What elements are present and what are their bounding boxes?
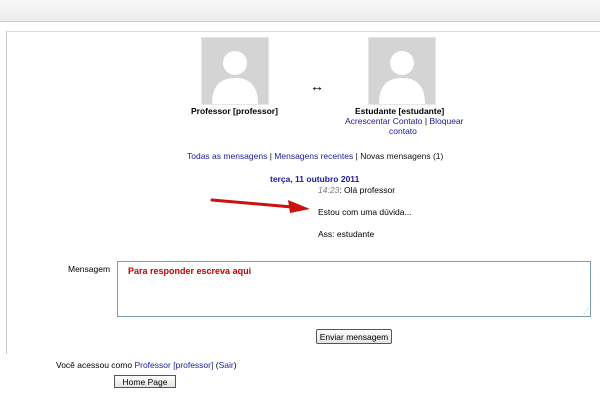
separator: | xyxy=(355,151,358,161)
student-name: Estudante [estudante] xyxy=(355,106,445,116)
recent-messages-link[interactable]: Mensagens recentes xyxy=(274,151,353,161)
block-contact-link[interactable]: Bloquear xyxy=(429,116,463,126)
block-contact-link-continued[interactable]: contato xyxy=(389,126,417,136)
add-contact-link[interactable]: Acrescentar Contato xyxy=(345,116,422,126)
professor-name: Professor [professor] xyxy=(191,106,278,116)
user-silhouette-icon xyxy=(379,51,425,104)
message-time: 14:23 xyxy=(318,185,340,195)
login-prefix: Você acessou como xyxy=(56,360,133,370)
message-input[interactable] xyxy=(117,261,591,317)
login-info: Você acessou como Professor [professor] … xyxy=(56,360,237,370)
resize-grip-icon[interactable]: ⋰ xyxy=(583,309,589,315)
user-silhouette-icon xyxy=(212,51,258,104)
message-line: 14:23: Olá professor xyxy=(318,185,395,195)
message-filter-links: Todas as mensagens | Mensagens recentes … xyxy=(187,151,443,161)
professor-avatar[interactable] xyxy=(201,37,269,105)
home-page-button[interactable]: Home Page xyxy=(114,375,176,388)
browser-top-bar xyxy=(0,0,600,22)
student-actions: Acrescentar Contato | Bloquear xyxy=(345,116,463,126)
message-text: Olá professor xyxy=(344,185,396,195)
message-text: Ass: estudante xyxy=(318,229,375,239)
user-profile-link[interactable]: Professor [professor] xyxy=(134,360,213,370)
separator: | xyxy=(424,116,428,126)
new-messages-label: Novas mensagens (1) xyxy=(360,151,444,161)
all-messages-link[interactable]: Todas as mensagens xyxy=(187,151,267,161)
red-arrow-icon xyxy=(210,198,310,213)
thread-date: terça, 11 outubro 2011 xyxy=(270,174,360,184)
time-suffix: : xyxy=(339,185,342,195)
double-arrow-icon: ↔ xyxy=(310,78,324,94)
message-text: Estou com uma dúvida... xyxy=(318,207,412,217)
logout-link[interactable]: Sair xyxy=(219,360,234,370)
separator: | xyxy=(269,151,272,161)
send-message-button[interactable]: Enviar mensagem xyxy=(316,329,392,344)
student-avatar[interactable] xyxy=(368,37,436,105)
paren: ) xyxy=(233,360,237,370)
message-label: Mensagem xyxy=(68,264,111,274)
